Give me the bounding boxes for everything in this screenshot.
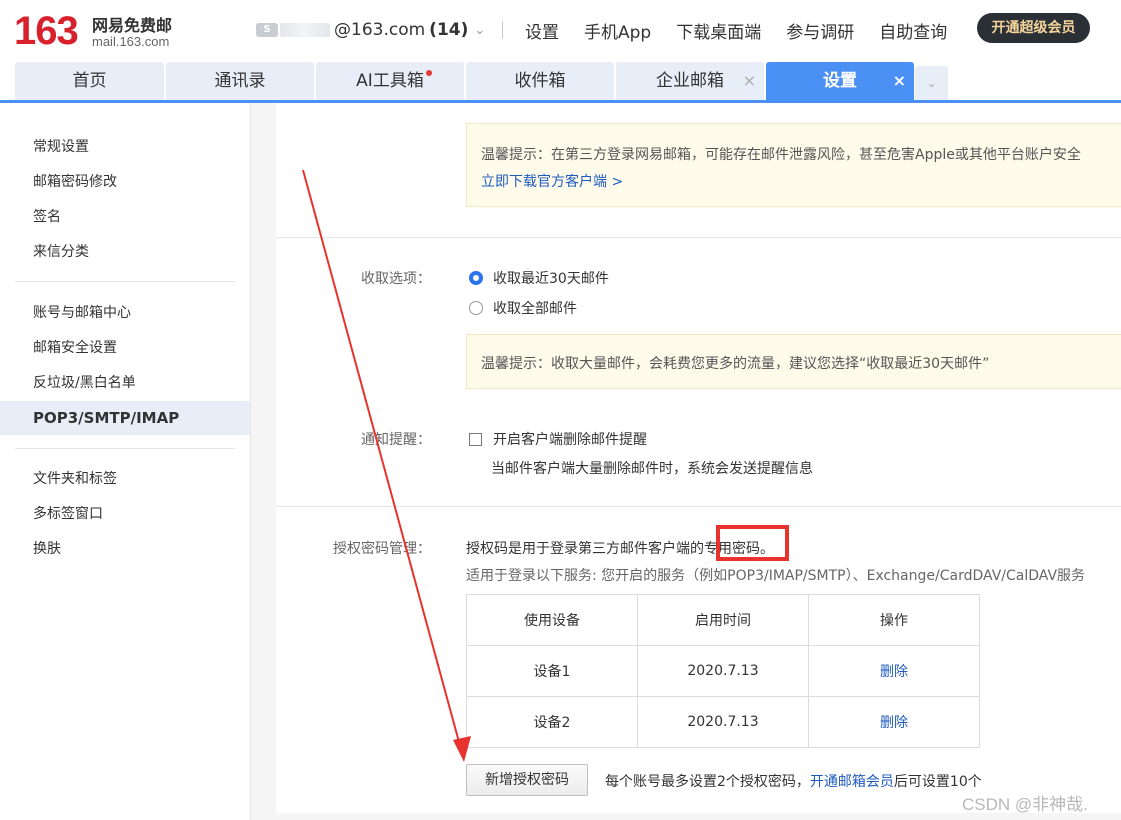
device-cell: 设备1 (466, 645, 638, 697)
sidebar-item-security[interactable]: 邮箱安全设置 (0, 331, 250, 365)
tip-text: 温馨提示：在第三方登录网易邮箱，可能存在邮件泄露风险，甚至危害Apple或其他平… (481, 147, 1081, 163)
tab-ai-tools[interactable]: AI工具箱 (316, 62, 464, 100)
open-vip-link[interactable]: 开通邮箱会员 (810, 774, 894, 790)
tab-bar: 首页 通讯录 AI工具箱 收件箱 企业邮箱 × 设置 × ⌄ (0, 62, 1121, 102)
radio-selected-icon[interactable] (469, 271, 483, 285)
sidebar-item-classify[interactable]: 来信分类 (0, 235, 250, 269)
sidebar-item-signature[interactable]: 签名 (0, 200, 250, 234)
chevron-down-icon: ⌄ (474, 22, 486, 38)
header-link-survey[interactable]: 参与调研 (786, 18, 854, 43)
option-label: 收取最近30天邮件 (493, 271, 609, 287)
sidebar-divider (15, 448, 235, 449)
header-link-settings[interactable]: 设置 (525, 18, 559, 43)
tab-settings[interactable]: 设置 × (766, 62, 914, 100)
tab-inbox[interactable]: 收件箱 (466, 62, 614, 100)
add-auth-code-note: 每个账号最多设置2个授权密码，开通邮箱会员后可设置10个 (605, 771, 982, 791)
header-link-self-help[interactable]: 自助查询 (879, 18, 947, 43)
note-text: 每个账号最多设置2个授权密码， (605, 774, 810, 790)
notify-delete-option[interactable]: 开启客户端删除邮件提醒 (469, 429, 647, 449)
tip-traffic-warning: 温馨提示：收取大量邮件，会耗费您更多的流量，建议您选择“收取最近30天邮件” (466, 334, 1121, 389)
option-label: 收取全部邮件 (493, 301, 577, 317)
tab-contacts[interactable]: 通讯录 (166, 62, 314, 100)
header-divider (502, 21, 503, 39)
sidebar-item-antispam[interactable]: 反垃圾/黑白名单 (0, 366, 250, 400)
settings-main: 温馨提示：在第三方登录网易邮箱，可能存在邮件泄露风险，甚至危害Apple或其他平… (251, 103, 1121, 820)
unread-count: (14) (429, 20, 469, 40)
chevron-down-icon[interactable]: ⌄ (915, 66, 948, 100)
account-avatar-icon: S (256, 23, 278, 37)
settings-panel: 温馨提示：在第三方登录网易邮箱，可能存在邮件泄露风险，甚至危害Apple或其他平… (276, 103, 1121, 813)
sidebar-item-multitab[interactable]: 多标签窗口 (0, 497, 250, 531)
settings-sidebar: 常规设置 邮箱密码修改 签名 来信分类 账号与邮箱中心 邮箱安全设置 反垃圾/黑… (0, 103, 251, 820)
auth-code-table: 使用设备 启用时间 操作 设备1 2020.7.13 删除 设备2 2020.7… (466, 594, 980, 748)
header-links: 设置 手机App 下载桌面端 参与调研 自助查询 (525, 18, 972, 43)
tab-home[interactable]: 首页 (15, 62, 164, 100)
fetch-option-30days[interactable]: 收取最近30天邮件 (469, 268, 609, 288)
logo-domain: mail.163.com (92, 34, 170, 49)
notification-dot-icon (426, 70, 432, 76)
tip-security-warning: 温馨提示：在第三方登录网易邮箱，可能存在邮件泄露风险，甚至危害Apple或其他平… (466, 123, 1121, 207)
column-header: 使用设备 (466, 594, 638, 646)
account-domain: @163.com (334, 20, 426, 40)
table-header-row: 使用设备 启用时间 操作 (466, 594, 980, 646)
account-switcher[interactable]: S @163.com (14) ⌄ (256, 19, 485, 41)
watermark-text: CSDN @非神哉. (962, 795, 1088, 814)
header-link-mobile-app[interactable]: 手机App (584, 18, 651, 43)
sidebar-item-folders[interactable]: 文件夹和标签 (0, 462, 250, 496)
add-auth-code-button[interactable]: 新增授权密码 (466, 764, 588, 796)
tab-label: 首页 (72, 71, 107, 91)
tab-label: 通讯录 (214, 71, 266, 91)
column-header: 操作 (808, 594, 980, 646)
close-icon[interactable]: × (893, 62, 906, 100)
sidebar-item-general[interactable]: 常规设置 (0, 130, 250, 164)
tab-label: 企业邮箱 (656, 71, 724, 91)
vip-button[interactable]: 开通超级会员 (977, 13, 1090, 43)
checkbox-icon[interactable] (469, 432, 482, 446)
date-cell: 2020.7.13 (637, 645, 809, 697)
tab-enterprise-mail[interactable]: 企业邮箱 × (616, 62, 764, 100)
option-label: 开启客户端删除邮件提醒 (493, 432, 647, 448)
tip-text: 温馨提示：收取大量邮件，会耗费您更多的流量，建议您选择“收取最近30天邮件” (481, 356, 990, 372)
logo-163[interactable]: 163 (14, 8, 79, 54)
table-row: 设备1 2020.7.13 删除 (466, 645, 980, 697)
logo-title: 网易免费邮 (92, 16, 173, 35)
radio-icon[interactable] (469, 301, 483, 315)
highlight-box (716, 525, 789, 561)
fetch-option-all[interactable]: 收取全部邮件 (469, 298, 577, 318)
close-icon[interactable]: × (743, 62, 756, 100)
date-cell: 2020.7.13 (637, 696, 809, 748)
note-text: 后可设置10个 (893, 774, 982, 790)
top-header: 163 网易免费邮 mail.163.com S @163.com (14) ⌄… (0, 0, 1121, 62)
notify-label: 通知提醒： (361, 432, 431, 448)
section-divider (276, 237, 1121, 238)
auth-code-label: 授权密码管理： (333, 541, 431, 557)
sidebar-item-skin[interactable]: 换肤 (0, 532, 250, 566)
download-client-link[interactable]: 立即下载官方客户端 > (481, 171, 623, 191)
sidebar-item-password[interactable]: 邮箱密码修改 (0, 165, 250, 199)
delete-link[interactable]: 删除 (808, 645, 980, 697)
table-row: 设备2 2020.7.13 删除 (466, 696, 980, 748)
sidebar-item-pop3-smtp-imap[interactable]: POP3/SMTP/IMAP (0, 401, 250, 435)
delete-link[interactable]: 删除 (808, 696, 980, 748)
sidebar-item-account-center[interactable]: 账号与邮箱中心 (0, 296, 250, 330)
device-cell: 设备2 (466, 696, 638, 748)
auth-services-note: 适用于登录以下服务: 您开启的服务（例如POP3/IMAP/SMTP）、Exch… (466, 568, 1086, 584)
tab-label: 设置 (823, 71, 857, 91)
notify-description: 当邮件客户端大量删除邮件时，系统会发送提醒信息 (491, 461, 813, 477)
sidebar-divider (15, 281, 235, 282)
section-divider (276, 506, 1121, 507)
tab-label: AI工具箱 (356, 71, 424, 91)
account-name-redacted (280, 23, 330, 37)
tab-label: 收件箱 (514, 71, 566, 91)
header-link-desktop[interactable]: 下载桌面端 (676, 18, 761, 43)
fetch-options-label: 收取选项： (361, 271, 431, 287)
column-header: 启用时间 (637, 594, 809, 646)
